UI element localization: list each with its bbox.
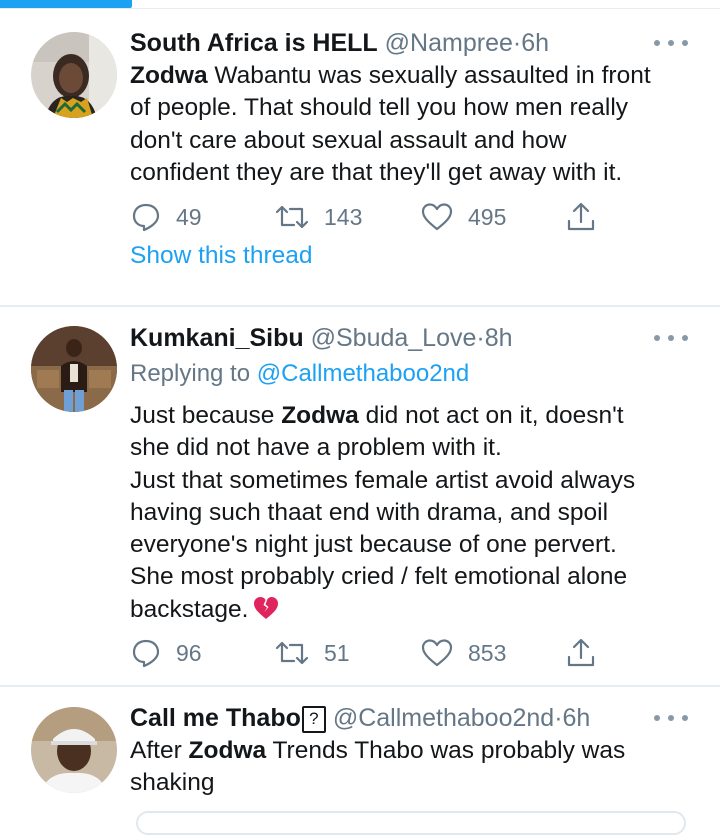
text-run: Wabantu was sexually assaulted in front (207, 62, 651, 89)
retweet-icon (275, 205, 309, 229)
separator-dot: · (476, 324, 485, 352)
tweet[interactable]: Call me Thabo? @Callmethaboo2nd·6h After… (0, 687, 720, 818)
user-handle[interactable]: @Nampree (385, 29, 513, 57)
heart-icon (421, 639, 453, 667)
share-icon (567, 202, 595, 231)
reply-icon (132, 639, 160, 668)
avatar[interactable] (31, 32, 117, 118)
tweet-line: Just that sometimes female artist avoid … (130, 466, 636, 494)
tweet-text: After Zodwa Trends Thabo was probably wa… (130, 735, 700, 800)
share-button[interactable] (564, 633, 598, 673)
tweet-line: of people. That should tell you how men … (130, 94, 629, 122)
tweet[interactable]: South Africa is HELL @Nampree·6h Zodwa W… (0, 0, 720, 305)
tweet[interactable]: Kumkani_Sibu @Sbuda_Love·8h Replying to … (0, 307, 720, 685)
tweet-text: Just because Zodwa did not act on it, do… (130, 400, 700, 626)
keyword-bold: Zodwa (281, 402, 359, 429)
heart-icon (421, 203, 453, 231)
user-handle[interactable]: @Sbuda_Love (311, 324, 477, 352)
tweet-line: shaking (130, 769, 215, 797)
text-run: backstage. (130, 595, 249, 623)
replying-to: Replying to @Callmethaboo2nd (130, 358, 469, 390)
tweet-text: Zodwa Wabantu was sexually assaulted in … (130, 60, 700, 189)
display-name[interactable]: South Africa is HELL (130, 29, 378, 57)
tweet-line: don't care about sexual assault and how (130, 126, 567, 154)
share-button[interactable] (564, 197, 598, 237)
like-count: 495 (468, 203, 507, 230)
keyword-bold: Zodwa (188, 737, 267, 764)
like-button[interactable]: 853 (420, 633, 506, 673)
reply-mention-link[interactable]: @Callmethaboo2nd (257, 360, 470, 387)
tweet-line: After Zodwa Trends Thabo was probably wa… (130, 735, 700, 767)
avatar-image (31, 707, 117, 793)
avatar[interactable] (31, 326, 117, 412)
replying-prefix: Replying to (130, 360, 251, 387)
tweet-header: South Africa is HELL @Nampree·6h (130, 26, 549, 60)
tweet-line: Just because Zodwa did not act on it, do… (130, 400, 700, 432)
separator-dot: · (554, 704, 563, 732)
retweet-icon (275, 641, 309, 665)
reply-button[interactable]: 49 (130, 197, 202, 237)
separator-dot: · (512, 29, 522, 57)
more-dots-icon[interactable] (654, 38, 688, 48)
avatar-image (31, 32, 117, 118)
unsupported-glyph-icon: ? (301, 706, 326, 733)
keyword-bold: Zodwa (130, 62, 208, 89)
user-handle[interactable]: @Callmethaboo2nd (333, 704, 554, 732)
tweet-line: confident they are that they'll get away… (130, 158, 623, 186)
tweet-line: She most probably cried / felt emotional… (130, 563, 628, 591)
reply-icon (132, 203, 160, 232)
tweet-line: having such thaat end with drama, and sp… (130, 498, 609, 526)
tweet-line: Zodwa Wabantu was sexually assaulted in … (130, 60, 700, 92)
retweet-count: 51 (324, 639, 350, 666)
reply-count: 96 (176, 639, 202, 666)
more-dots-icon[interactable] (654, 713, 688, 723)
share-icon (567, 638, 595, 667)
broken-heart-icon (253, 596, 278, 619)
like-count: 853 (468, 639, 507, 666)
avatar[interactable] (31, 707, 117, 793)
display-name[interactable]: Kumkani_Sibu (130, 324, 304, 352)
retweet-count: 143 (324, 203, 363, 230)
tweet-header: Call me Thabo? @Callmethaboo2nd·6h (130, 701, 590, 735)
retweet-button[interactable]: 51 (274, 633, 350, 673)
display-name[interactable]: Call me Thabo (130, 704, 301, 732)
embedded-card[interactable] (136, 811, 686, 835)
text-run: Just because (130, 402, 282, 429)
reply-count: 49 (176, 203, 202, 230)
text-run: After (130, 737, 189, 764)
timestamp[interactable]: 6h (521, 29, 549, 57)
timestamp[interactable]: 8h (485, 324, 513, 352)
tweet-line: backstage. (130, 594, 700, 626)
tweet-header: Kumkani_Sibu @Sbuda_Love·8h (130, 321, 513, 355)
like-button[interactable]: 495 (420, 197, 506, 237)
tweet-line: everyone's night just because of one per… (130, 531, 617, 559)
more-dots-icon[interactable] (654, 333, 688, 343)
avatar-image (31, 326, 117, 412)
show-thread-link[interactable]: Show this thread (130, 240, 313, 272)
reply-button[interactable]: 96 (130, 633, 202, 673)
tweet-line: she did not have a problem with it. (130, 434, 502, 462)
text-run: did not act on it, doesn't (358, 402, 624, 429)
timestamp[interactable]: 6h (563, 704, 591, 732)
retweet-button[interactable]: 143 (274, 197, 362, 237)
text-run: Trends Thabo was probably was (266, 737, 626, 764)
